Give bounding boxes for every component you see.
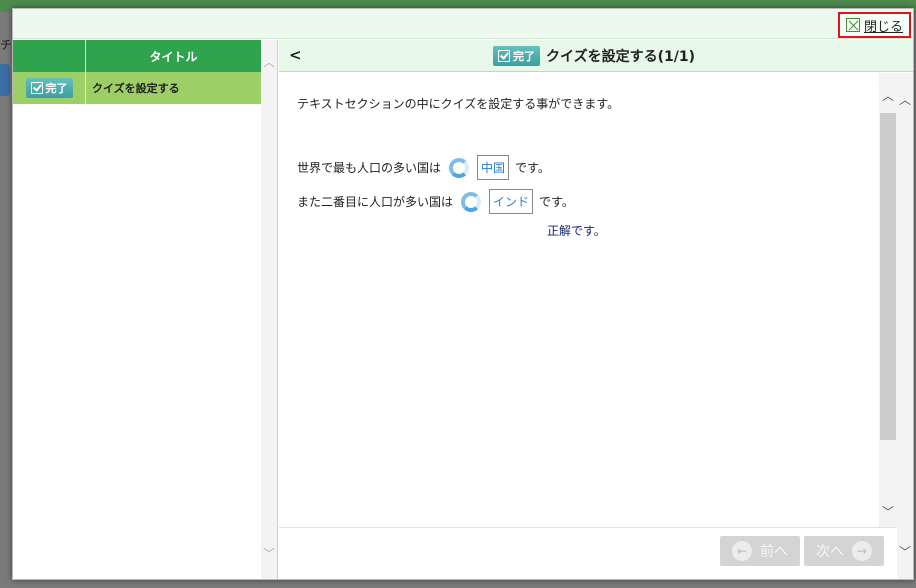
arrow-left-circle-icon: ← <box>732 541 752 561</box>
status-badge-label: 完了 <box>513 50 535 63</box>
modal-dialog: 閉じる タイトル 完了 クイズを設定する ︿ ﹀ < 完了 クイズを設定する(1… <box>12 8 914 580</box>
quiz-question-1: 世界で最も人口の多い国は 中国 です。 <box>297 155 550 180</box>
chevron-down-icon[interactable]: ﹀ <box>261 545 277 561</box>
status-column-header <box>13 40 86 72</box>
header-title-group: 完了 クイズを設定する(1/1) <box>493 46 695 66</box>
page-title: クイズを設定する(1/1) <box>546 49 695 65</box>
question-text: また二番目に人口が多い国は <box>297 195 454 209</box>
background-button <box>0 64 10 96</box>
left-scrollbar[interactable]: ︿ ﹀ <box>261 40 277 579</box>
question-suffix: です。 <box>515 161 550 175</box>
chevron-up-icon[interactable]: ︿ <box>897 91 913 107</box>
title-column-header: タイトル <box>149 49 198 64</box>
close-label: 閉じる <box>863 19 903 35</box>
quiz-question-2: また二番目に人口が多い国は インド です。 <box>297 189 574 214</box>
status-badge-label: 完了 <box>45 82 68 95</box>
row-title: クイズを設定する <box>92 82 180 95</box>
check-icon <box>498 50 510 62</box>
back-button[interactable]: < <box>289 46 302 64</box>
content-footer: ← 前へ 次へ → <box>279 527 897 579</box>
question-suffix: です。 <box>539 195 574 209</box>
intro-text: テキストセクションの中にクイズを設定する事ができます。 <box>297 97 620 111</box>
answer-field[interactable]: インド <box>489 189 534 214</box>
prev-label: 前へ <box>760 544 788 560</box>
status-badge: 完了 <box>25 78 73 98</box>
spinner-icon <box>449 157 470 178</box>
result-message: 正解です。 <box>547 224 606 238</box>
answer-field[interactable]: 中国 <box>477 155 510 180</box>
chevron-down-icon[interactable]: ﹀ <box>897 543 913 559</box>
close-button[interactable]: 閉じる <box>837 12 911 38</box>
spinner-icon <box>461 191 482 212</box>
prev-button[interactable]: ← 前へ <box>720 536 800 566</box>
section-table-header: タイトル <box>13 40 261 72</box>
section-row[interactable]: 完了 クイズを設定する <box>13 72 261 104</box>
chevron-down-icon[interactable]: ﹀ <box>880 503 896 519</box>
scrollbar-thumb[interactable] <box>880 113 896 440</box>
content-body: テキストセクションの中にクイズを設定する事ができます。 世界で最も人口の多い国は… <box>279 73 880 527</box>
outer-scrollbar[interactable]: ︿ ﹀ <box>897 73 913 579</box>
next-label: 次へ <box>816 544 844 560</box>
background-text: チ <box>0 38 13 52</box>
content-panel: < 完了 クイズを設定する(1/1) テキストセクションの中にクイズを設定する事… <box>279 40 913 579</box>
row-status-cell: 完了 <box>13 72 86 104</box>
content-scrollbar[interactable]: ︿ ﹀ <box>879 73 897 527</box>
question-text: 世界で最も人口の多い国は <box>297 161 442 175</box>
modal-titlebar: 閉じる <box>13 9 913 39</box>
next-button[interactable]: 次へ → <box>804 536 884 566</box>
chevron-up-icon[interactable]: ︿ <box>880 87 896 103</box>
check-icon <box>30 82 43 94</box>
chevron-up-icon[interactable]: ︿ <box>261 54 277 70</box>
section-list-panel: タイトル 完了 クイズを設定する ︿ ﹀ <box>13 40 278 579</box>
arrow-right-circle-icon: → <box>852 541 872 561</box>
status-badge: 完了 <box>493 46 540 66</box>
content-header: < 完了 クイズを設定する(1/1) <box>279 40 913 72</box>
close-icon <box>845 18 860 32</box>
